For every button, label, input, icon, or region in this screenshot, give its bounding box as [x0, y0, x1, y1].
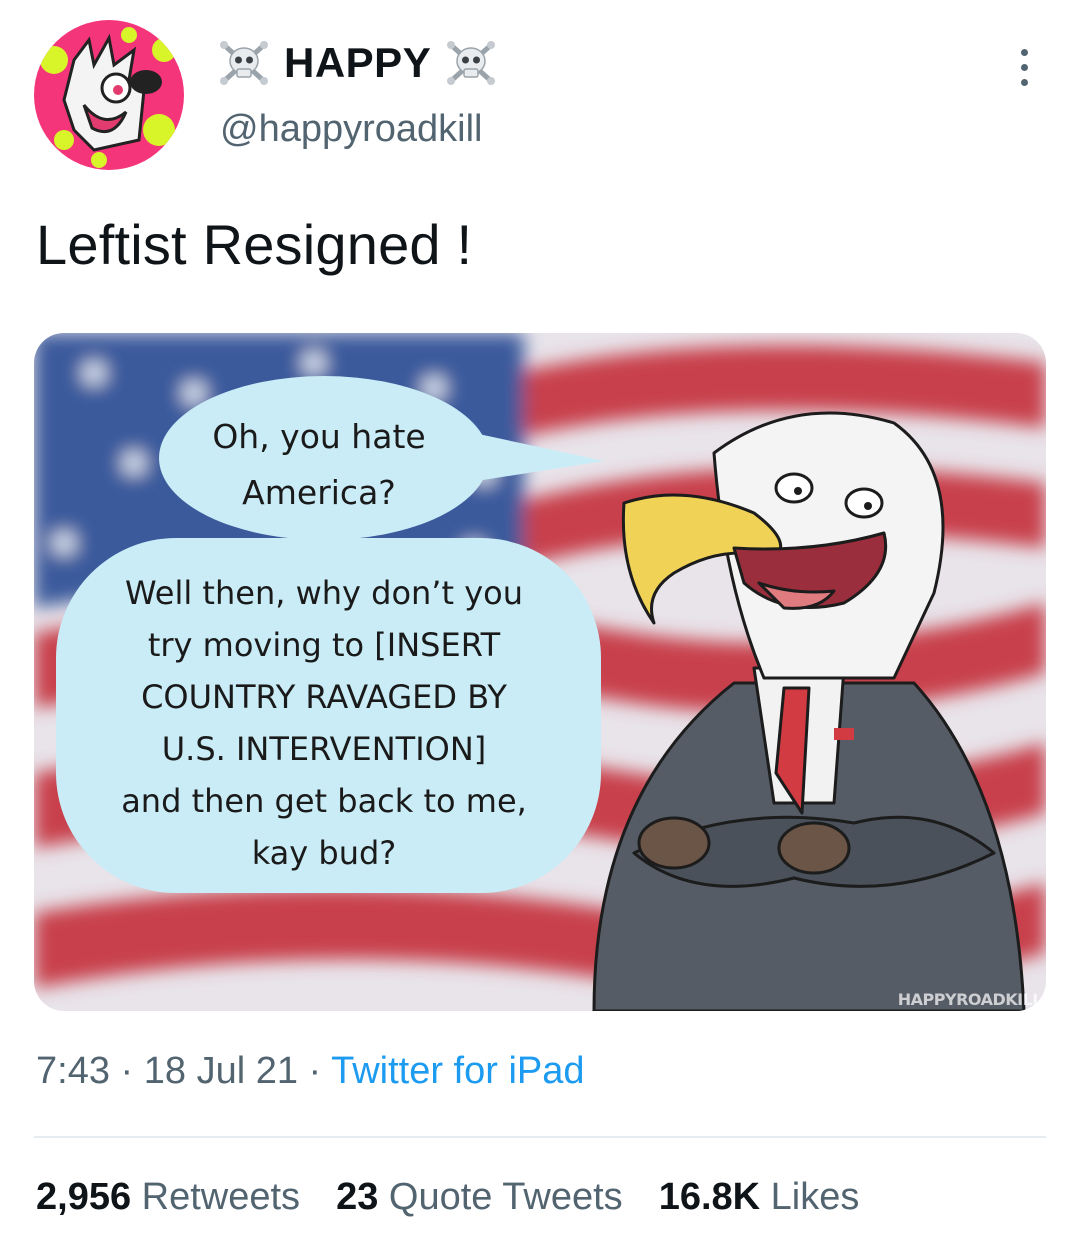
- bubble-2-line: U.S. INTERVENTION]: [161, 730, 487, 768]
- quote-tweets-count: 23: [336, 1176, 379, 1218]
- tweet-text: Leftist Resigned !: [36, 213, 473, 276]
- quote-tweets-label: Quote Tweets: [388, 1176, 623, 1218]
- tweet-time[interactable]: 7:43: [36, 1050, 110, 1092]
- divider: [34, 1136, 1046, 1138]
- tweet-metadata: 7:43 · 18 Jul 21 · Twitter for iPad: [36, 1050, 585, 1093]
- tweet-media-image[interactable]: Oh, you hate America? Well then, why don…: [34, 333, 1046, 1011]
- bubble-2-line: kay bud?: [251, 834, 397, 872]
- retweets-stat[interactable]: 2,956 Retweets: [36, 1176, 300, 1219]
- skull-and-crossbones-icon: [445, 39, 497, 87]
- bubble-2-line: COUNTRY RAVAGED BY: [141, 678, 507, 716]
- likes-count: 16.8K: [658, 1176, 761, 1218]
- bubble-1-line: Oh, you hate: [212, 417, 426, 456]
- avatar-image: [34, 20, 184, 170]
- tweet-date[interactable]: 18 Jul 21: [144, 1050, 298, 1092]
- quote-tweets-stat[interactable]: 23 Quote Tweets: [336, 1176, 623, 1219]
- display-name: HAPPY: [284, 39, 432, 86]
- retweets-count: 2,956: [36, 1176, 132, 1218]
- retweets-label: Retweets: [141, 1176, 301, 1218]
- more-options-icon[interactable]: [1004, 42, 1044, 92]
- likes-stat[interactable]: 16.8K Likes: [659, 1176, 860, 1219]
- bubble-2-line: Well then, why don’t you: [125, 574, 523, 612]
- bubble-2-line: try moving to [INSERT: [147, 626, 501, 664]
- speech-bubble-1: Oh, you hate America?: [154, 409, 484, 521]
- display-name-row[interactable]: HAPPY: [218, 36, 497, 90]
- skull-and-crossbones-icon: [218, 39, 270, 87]
- speech-bubble-2: Well then, why don’t you try moving to […: [64, 567, 584, 879]
- meta-separator: ·: [297, 1050, 332, 1092]
- meta-separator: ·: [109, 1050, 144, 1092]
- tweet-stats: 2,956 Retweets 23 Quote Tweets 16.8K Lik…: [36, 1176, 859, 1219]
- profile-avatar[interactable]: [34, 20, 184, 170]
- likes-label: Likes: [770, 1176, 860, 1218]
- user-handle[interactable]: @happyroadkill: [220, 108, 483, 151]
- tweet-source-link[interactable]: Twitter for iPad: [331, 1050, 584, 1092]
- image-watermark: HAPPYROADKILL: [897, 990, 1043, 1009]
- bubble-1-line: America?: [242, 473, 396, 512]
- bubble-2-line: and then get back to me,: [121, 782, 527, 820]
